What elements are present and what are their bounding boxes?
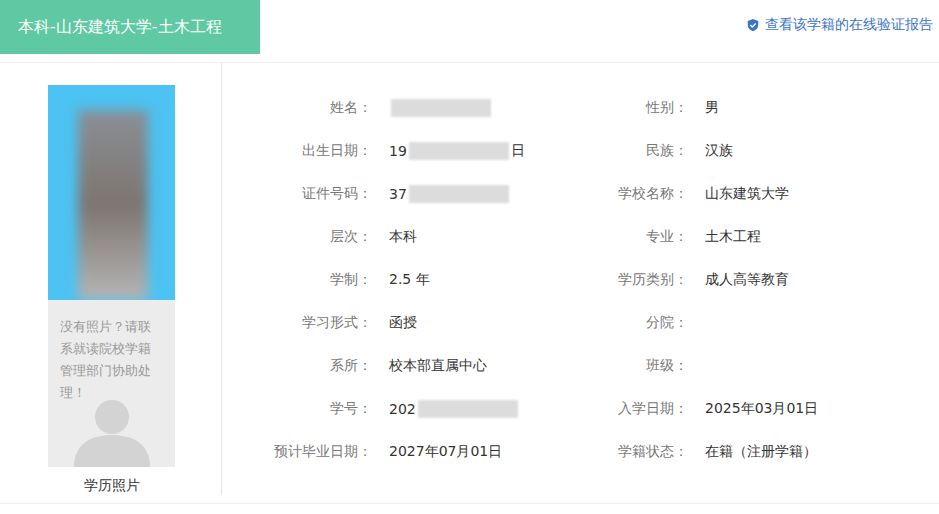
field-label: 学习形式：	[222, 301, 389, 344]
field-value: 男	[705, 86, 939, 129]
field-label: 预计毕业日期：	[222, 430, 389, 473]
photo-column: 没有照片？请联系就读院校学籍管理部门协助处理！ 学历照片	[0, 63, 222, 495]
student-photo	[48, 85, 175, 300]
shield-icon	[746, 18, 760, 32]
field-value: 37	[389, 172, 588, 215]
field-value: 汉族	[705, 129, 939, 172]
field-label: 性别：	[588, 86, 705, 129]
field-label: 班级：	[588, 344, 705, 387]
masked-value	[409, 142, 509, 160]
field-value: 本科	[389, 215, 588, 258]
field-label: 学号：	[222, 387, 389, 430]
header-bar: 本科-山东建筑大学-土木工程 查看该学籍的在线验证报告	[0, 0, 939, 54]
masked-value	[409, 185, 509, 203]
student-record-page: 本科-山东建筑大学-土木工程 查看该学籍的在线验证报告没有照片？请联系就读院校学籍…	[0, 0, 939, 514]
field-value: 在籍（注册学籍）	[705, 430, 939, 473]
verify-report-link[interactable]: 查看该学籍的在线验证报告	[746, 16, 933, 34]
field-label: 学籍状态：	[588, 430, 705, 473]
field-label: 系所：	[222, 344, 389, 387]
field-value: 函授	[389, 301, 588, 344]
field-value: 校本部直属中心	[389, 344, 588, 387]
field-label: 层次：	[222, 215, 389, 258]
field-label: 分院：	[588, 301, 705, 344]
masked-value	[418, 400, 518, 418]
field-value: 2025年03月01日	[705, 387, 939, 430]
placeholder-text: 没有照片？请联系就读院校学籍管理部门协助处理！	[60, 316, 163, 404]
field-label: 学制：	[222, 258, 389, 301]
field-value: 2.5 年	[389, 258, 588, 301]
field-value	[705, 344, 939, 387]
record-card: 没有照片？请联系就读院校学籍管理部门协助处理！ 学历照片 姓名： 性别：男出生日期：1…	[0, 62, 939, 504]
field-label: 入学日期：	[588, 387, 705, 430]
field-label: 学历类别：	[588, 258, 705, 301]
field-value: 2027年07月01日	[389, 430, 588, 473]
field-value	[389, 86, 588, 129]
person-icon	[62, 397, 162, 467]
photo-caption: 学历照片	[48, 467, 175, 495]
field-value: 成人高等教育	[705, 258, 939, 301]
field-grid: 姓名： 性别：男出生日期：19日民族：汉族证件号码：37学校名称：山东建筑大学层次…	[222, 63, 939, 495]
field-value: 土木工程	[705, 215, 939, 258]
field-label: 专业：	[588, 215, 705, 258]
field-value: 山东建筑大学	[705, 172, 939, 215]
field-value: 202	[389, 387, 588, 430]
diploma-photo-placeholder: 没有照片？请联系就读院校学籍管理部门协助处理！	[48, 300, 175, 467]
record-tab[interactable]: 本科-山东建筑大学-土木工程	[0, 0, 260, 54]
field-label: 证件号码：	[222, 172, 389, 215]
field-label: 学校名称：	[588, 172, 705, 215]
field-label: 姓名：	[222, 86, 389, 129]
field-value	[705, 301, 939, 344]
field-label: 出生日期：	[222, 129, 389, 172]
masked-value	[391, 99, 491, 117]
field-label: 民族：	[588, 129, 705, 172]
field-value: 19日	[389, 129, 588, 172]
